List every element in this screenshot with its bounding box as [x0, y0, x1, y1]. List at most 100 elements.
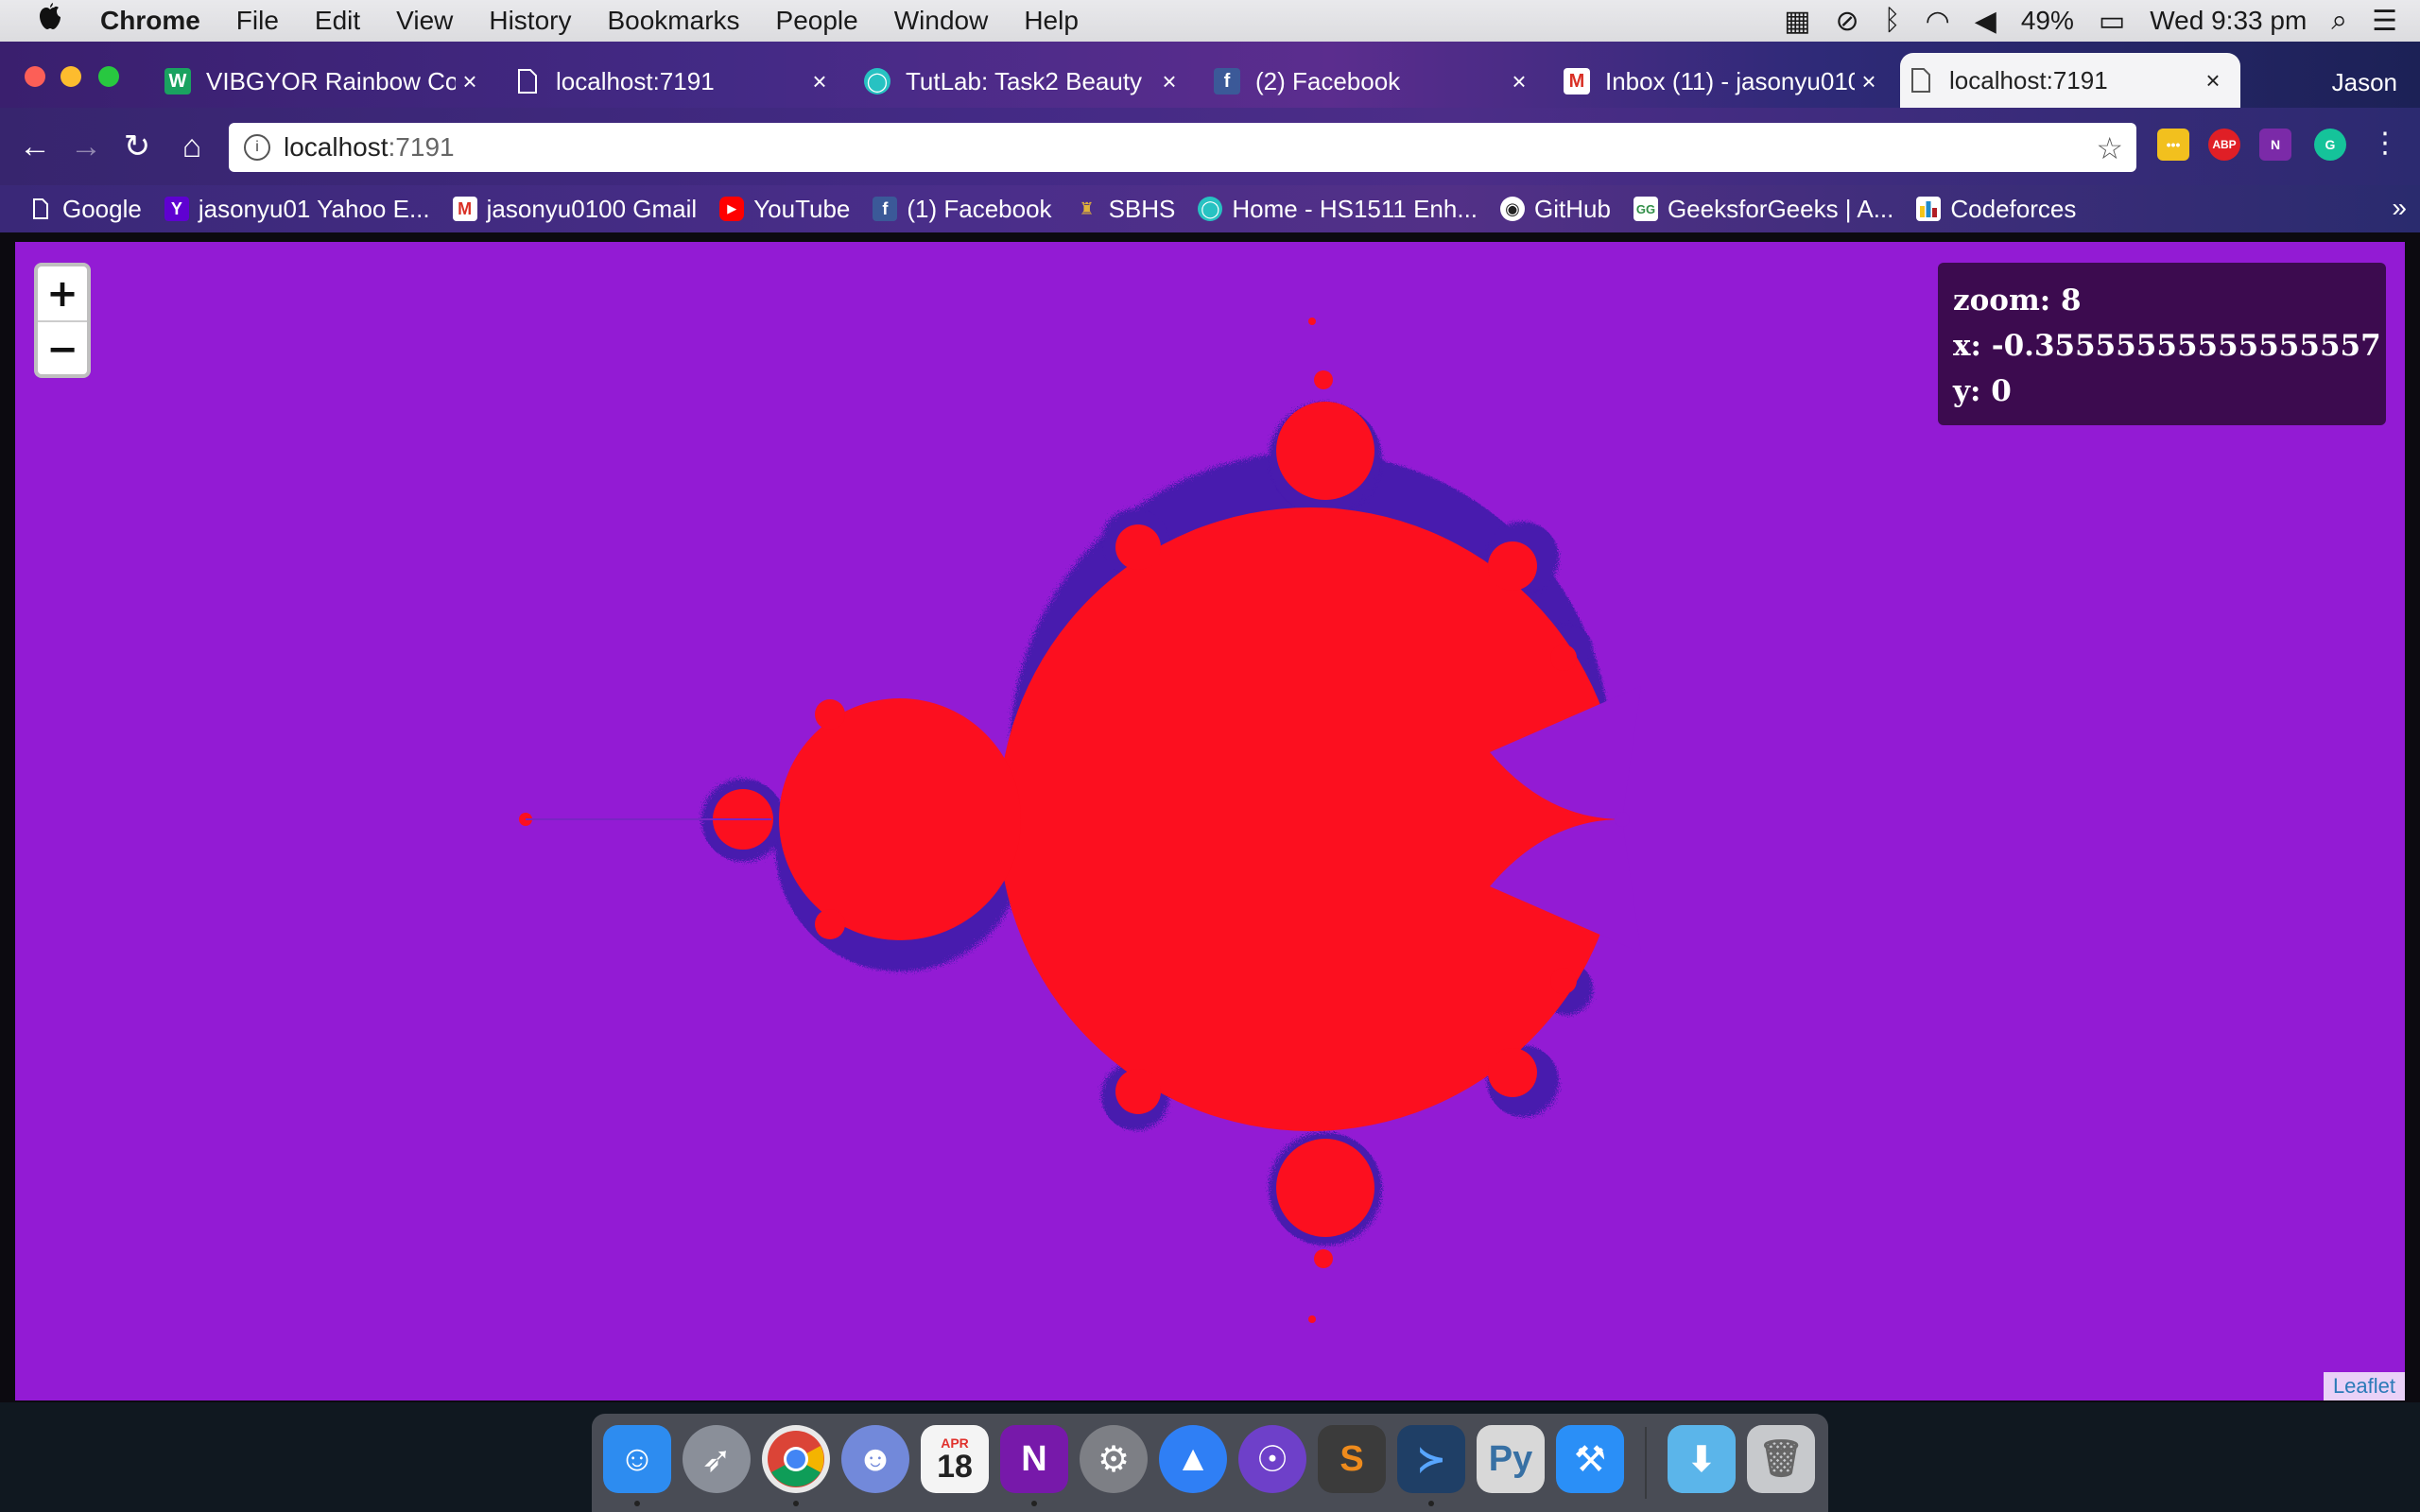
gmail-icon: M — [1564, 68, 1590, 94]
onenote-icon[interactable]: N — [1000, 1425, 1068, 1493]
bookmark-geeksforgeeks[interactable]: GG GeeksforGeeks | A... — [1633, 195, 1893, 224]
url-host: localhost — [284, 132, 389, 162]
close-tab-icon[interactable]: × — [1855, 67, 1883, 96]
github-icon: ◉ — [1500, 197, 1526, 221]
window-manager-icon[interactable]: ▦ — [1784, 5, 1810, 38]
extension-menu-icon[interactable]: ••• — [2157, 129, 2189, 161]
menu-chrome[interactable]: Chrome — [100, 6, 200, 36]
zoom-window-button[interactable] — [98, 66, 119, 87]
address-url[interactable]: localhost:7191 — [284, 132, 455, 163]
macos-dock: ☺ ➶ ☻ APR 18 N ⚙ ▲ ☉ S ≻ Py ⚒ ⬇ 🗑 — [592, 1414, 1828, 1512]
home-icon[interactable]: ⌂ — [170, 125, 214, 168]
calendar-icon[interactable]: APR 18 — [921, 1425, 989, 1493]
system-preferences-icon[interactable]: ⚙ — [1080, 1425, 1148, 1493]
navigation-app-icon[interactable]: ▲ — [1159, 1425, 1227, 1493]
adblock-plus-icon[interactable]: ABP — [2208, 129, 2240, 161]
vscode-icon[interactable]: ≻ — [1397, 1425, 1465, 1493]
tab-localhost-active[interactable]: localhost:7191 × — [1900, 53, 2240, 108]
more-bookmarks-chevron-icon[interactable]: » — [2392, 193, 2407, 223]
close-tab-icon[interactable]: × — [1505, 67, 1533, 96]
bookmark-sbhs[interactable]: ♜ SBHS — [1075, 194, 1176, 224]
bluetooth-icon[interactable]: ᛒ — [1884, 5, 1901, 37]
wifi-icon[interactable]: ◠ — [1926, 5, 1950, 38]
running-indicator — [634, 1501, 640, 1506]
y-readout: y: 0 — [1953, 369, 2371, 414]
bookmark-youtube[interactable]: ▶ YouTube — [719, 195, 850, 224]
menubar-clock[interactable]: Wed 9:33 pm — [2150, 6, 2307, 36]
finder-icon[interactable]: ☺ — [603, 1425, 671, 1493]
reload-icon[interactable]: ↻ — [115, 125, 159, 168]
close-tab-icon[interactable]: × — [1155, 67, 1184, 96]
volume-icon[interactable]: ◀ — [1975, 5, 1996, 38]
bookmark-label: SBHS — [1108, 194, 1176, 223]
profile-button[interactable]: Jason — [2332, 68, 2397, 97]
menu-edit[interactable]: Edit — [315, 6, 360, 36]
bookmark-label: jasonyu0100 Gmail — [486, 194, 698, 223]
site-info-icon[interactable]: i — [244, 134, 270, 161]
y-label: y: — [1953, 374, 1981, 408]
tab-tutlab[interactable]: ◯ TutLab: Task2 Beauty × — [856, 55, 1197, 108]
bookmark-yahoo[interactable]: Yjasonyu01 Yahoo E... — [164, 195, 430, 224]
menu-view[interactable]: View — [396, 6, 453, 36]
menu-people[interactable]: People — [776, 6, 858, 36]
onenote-clipper-icon[interactable]: N — [2259, 129, 2291, 161]
bookmark-label: GitHub — [1534, 194, 1611, 223]
discord-icon[interactable]: ☻ — [841, 1425, 909, 1493]
do-not-disturb-icon[interactable]: ⊘ — [1835, 5, 1858, 38]
apple-icon[interactable] — [34, 2, 72, 41]
mandelbrot-map[interactable]: + − zoom: 8 x: -0.35555555555555557 y: 0… — [15, 242, 2405, 1400]
trash-icon[interactable]: 🗑 — [1747, 1425, 1815, 1493]
back-arrow-icon[interactable]: ← — [13, 125, 57, 168]
bookmark-github[interactable]: ◉ GitHub — [1500, 195, 1611, 224]
bookmark-facebook[interactable]: f (1) Facebook — [873, 195, 1052, 224]
wn-favicon: W — [164, 68, 191, 94]
grammarly-icon[interactable]: G — [2314, 129, 2346, 161]
chrome-menu-icon[interactable]: ⋮ — [2371, 127, 2399, 160]
leaflet-attribution-link[interactable]: Leaflet — [2323, 1372, 2405, 1400]
x-label: x: — [1953, 329, 1981, 363]
x-value: -0.35555555555555557 — [1991, 329, 2381, 363]
bookmark-codeforces[interactable]: Codeforces — [1916, 195, 2076, 224]
zoom-out-button[interactable]: − — [38, 322, 87, 376]
zoom-label: zoom: — [1953, 284, 2051, 318]
minimize-window-button[interactable] — [60, 66, 81, 87]
forward-arrow-icon[interactable]: → — [64, 125, 108, 168]
battery-icon[interactable]: ▭ — [2099, 5, 2125, 38]
tab-gmail-inbox[interactable]: M Inbox (11) - jasonyu010 × — [1556, 55, 1896, 108]
browser-toolbar: ← → ↻ ⌂ i localhost:7191 ☆ ••• ABP N G ⋮ — [0, 108, 2420, 185]
python-launcher-icon[interactable]: Py — [1477, 1425, 1545, 1493]
menu-history[interactable]: History — [489, 6, 571, 36]
xcode-icon[interactable]: ⚒ — [1556, 1425, 1624, 1493]
bookmark-hs1511[interactable]: ◯ Home - HS1511 Enh... — [1198, 195, 1478, 224]
close-tab-icon[interactable]: × — [456, 67, 484, 96]
bookmark-google[interactable]: Google — [28, 195, 142, 224]
tab-vibgyor[interactable]: W VIBGYOR Rainbow Colo × — [157, 55, 497, 108]
close-window-button[interactable] — [25, 66, 45, 87]
spotlight-search-icon[interactable]: ⌕ — [2331, 5, 2347, 37]
gmail-icon: M — [452, 197, 477, 221]
close-tab-icon[interactable]: × — [805, 67, 834, 96]
zoom-readout: zoom: 8 — [1953, 278, 2371, 323]
menu-file[interactable]: File — [236, 6, 279, 36]
menu-window[interactable]: Window — [894, 6, 989, 36]
menu-bookmarks[interactable]: Bookmarks — [607, 6, 739, 36]
coordinates-panel: zoom: 8 x: -0.35555555555555557 y: 0 — [1938, 263, 2386, 425]
tutlab-favicon: ◯ — [1198, 197, 1223, 221]
menu-help[interactable]: Help — [1024, 6, 1079, 36]
github-desktop-icon[interactable]: ☉ — [1238, 1425, 1306, 1493]
downloads-folder-icon[interactable]: ⬇ — [1668, 1425, 1736, 1493]
tab-facebook[interactable]: f (2) Facebook × — [1206, 55, 1547, 108]
tab-localhost-1[interactable]: localhost:7191 × — [507, 55, 847, 108]
cusp-point — [1615, 812, 1630, 827]
close-tab-icon[interactable]: × — [2199, 66, 2227, 95]
chrome-icon[interactable] — [762, 1425, 830, 1493]
launchpad-icon[interactable]: ➶ — [683, 1425, 751, 1493]
notification-center-icon[interactable]: ☰ — [2372, 5, 2397, 38]
bookmark-star-icon[interactable]: ☆ — [2096, 130, 2123, 166]
zoom-in-button[interactable]: + — [38, 266, 87, 322]
address-bar[interactable]: i localhost:7191 ☆ — [229, 123, 2136, 172]
sublime-text-icon[interactable]: S — [1318, 1425, 1386, 1493]
tab-strip: W VIBGYOR Rainbow Colo × localhost:7191 … — [0, 42, 2420, 108]
bookmark-gmail[interactable]: Mjasonyu0100 Gmail — [452, 194, 698, 224]
bookmarks-bar: Google Yjasonyu01 Yahoo E... Mjasonyu010… — [0, 185, 2420, 232]
